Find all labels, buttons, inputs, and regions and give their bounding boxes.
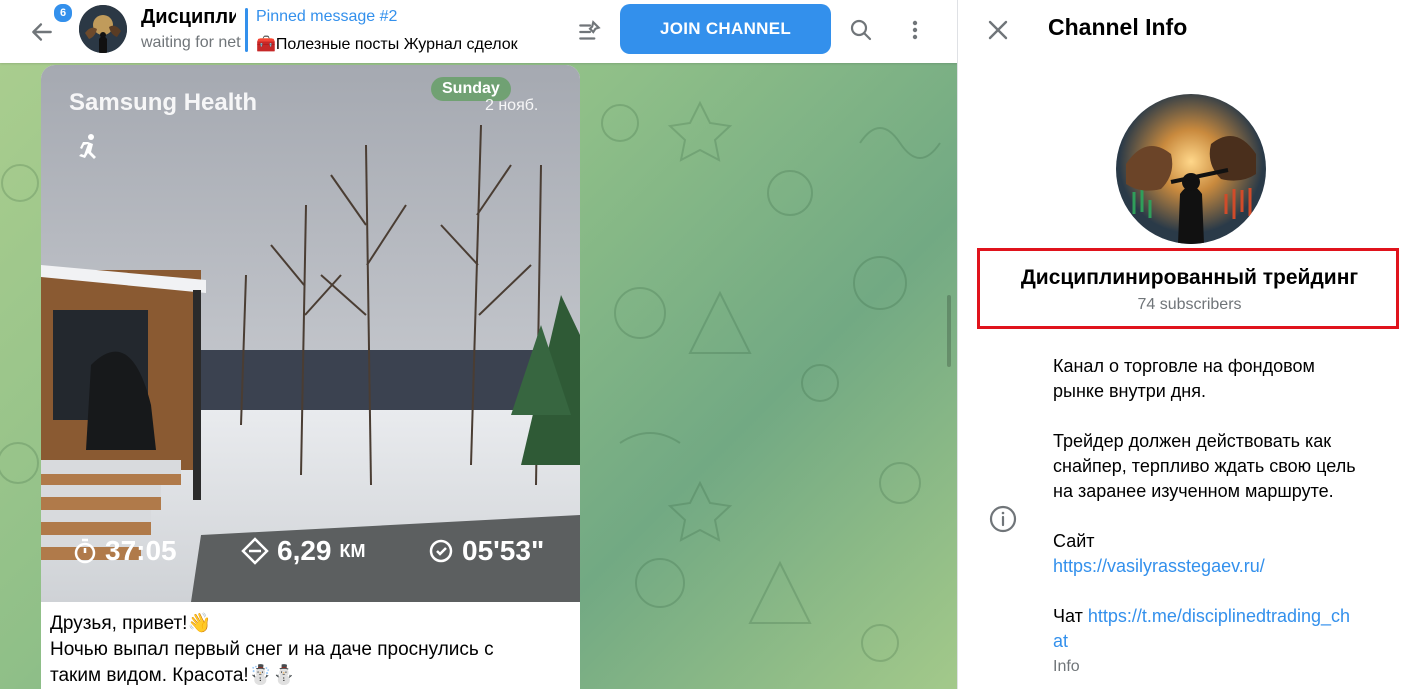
channel-description: Канал о торговле на фондовом рынке внутр… xyxy=(1053,354,1403,679)
close-icon xyxy=(988,20,1008,40)
join-channel-button[interactable]: JOIN CHANNEL xyxy=(620,4,831,54)
post-caption: Друзья, привет!👋 Ночью выпал первый снег… xyxy=(50,611,570,689)
duration-value: 37:05 xyxy=(105,535,177,566)
pace-stat: 05'53" xyxy=(428,535,544,567)
samsung-health-logo: Samsung Health xyxy=(69,89,258,116)
chat-link[interactable]: https://t.me/disciplinedtrading_ch xyxy=(1088,606,1350,626)
pace-value: 05'53" xyxy=(462,535,545,566)
timer-icon xyxy=(74,538,96,564)
channel-info-panel: Channel Info Дисциплинированный трейдинг… xyxy=(958,0,1421,689)
desc-line: рынке внутри дня. xyxy=(1053,381,1206,401)
search-icon xyxy=(850,19,872,41)
chat-column: 6 Дисциплинированный трейдинг waiting fo… xyxy=(0,0,957,689)
duration-stat: 37:05 xyxy=(73,535,177,567)
pinned-message-text[interactable]: 🧰Полезные посты Журнал сделок xyxy=(256,34,551,54)
photo-scene xyxy=(41,65,580,602)
channel-avatar-large[interactable] xyxy=(1116,94,1266,244)
channel-avatar[interactable] xyxy=(79,5,127,53)
distance-icon xyxy=(241,537,269,565)
post-photo[interactable]: Samsung Health Sunday 2 нояб. 37:05 6,29… xyxy=(41,65,580,602)
unread-badge: 6 xyxy=(52,2,74,24)
pinned-indicator xyxy=(245,8,248,52)
more-button[interactable] xyxy=(897,12,933,48)
channel-post: Samsung Health Sunday 2 нояб. 37:05 6,29… xyxy=(41,65,580,689)
distance-stat: 6,29 КМ xyxy=(241,535,365,567)
desc-line: на заранее изученном маршруте. xyxy=(1053,481,1334,501)
channel-title[interactable]: Дисциплинированный трейдинг xyxy=(141,6,236,29)
avatar-large-image xyxy=(1116,94,1266,244)
desc-line: Канал о торговле на фондовом xyxy=(1053,356,1315,376)
chat-scrollbar[interactable] xyxy=(947,295,951,367)
pinned-list-button[interactable] xyxy=(572,14,608,50)
info-icon xyxy=(989,505,1017,533)
site-link[interactable]: https://vasilyrasstegaev.ru/ xyxy=(1053,556,1265,576)
chat-label: Чат xyxy=(1053,606,1083,626)
subscriber-count: 74 subscribers xyxy=(1137,296,1242,313)
desc-line: снайпер, терпливо ждать свою цель xyxy=(1053,456,1356,476)
more-vertical-icon xyxy=(912,20,918,40)
running-icon xyxy=(79,134,96,159)
site-label: Сайт xyxy=(1053,531,1095,551)
close-info-button[interactable] xyxy=(980,12,1016,48)
distance-value: 6,29 xyxy=(277,535,332,566)
chat-link-continuation[interactable]: at xyxy=(1053,631,1068,651)
chat-header: 6 Дисциплинированный трейдинг waiting fo… xyxy=(0,0,957,63)
pinned-message-title[interactable]: Pinned message #2 xyxy=(256,8,397,26)
connection-status: waiting for network... xyxy=(141,34,241,51)
caption-line-2: Ночью выпал первый снег и на даче просну… xyxy=(50,639,494,660)
distance-unit: КМ xyxy=(339,540,366,561)
desc-line: Трейдер должен действовать как xyxy=(1053,431,1332,451)
info-field-label: Info xyxy=(1053,658,1080,675)
pace-icon xyxy=(429,539,453,563)
back-arrow-icon xyxy=(32,23,52,41)
search-button[interactable] xyxy=(843,12,879,48)
info-panel-title: Channel Info xyxy=(1048,14,1188,40)
caption-line-1: Друзья, привет!👋 xyxy=(50,613,212,634)
channel-name: Дисциплинированный трейдинг xyxy=(1020,266,1359,289)
avatar-image xyxy=(79,5,127,53)
caption-line-3: таким видом. Красота!☃️⛄ xyxy=(50,665,297,686)
pinned-list-icon xyxy=(579,20,601,40)
photo-date: 2 нояб. xyxy=(485,97,539,114)
